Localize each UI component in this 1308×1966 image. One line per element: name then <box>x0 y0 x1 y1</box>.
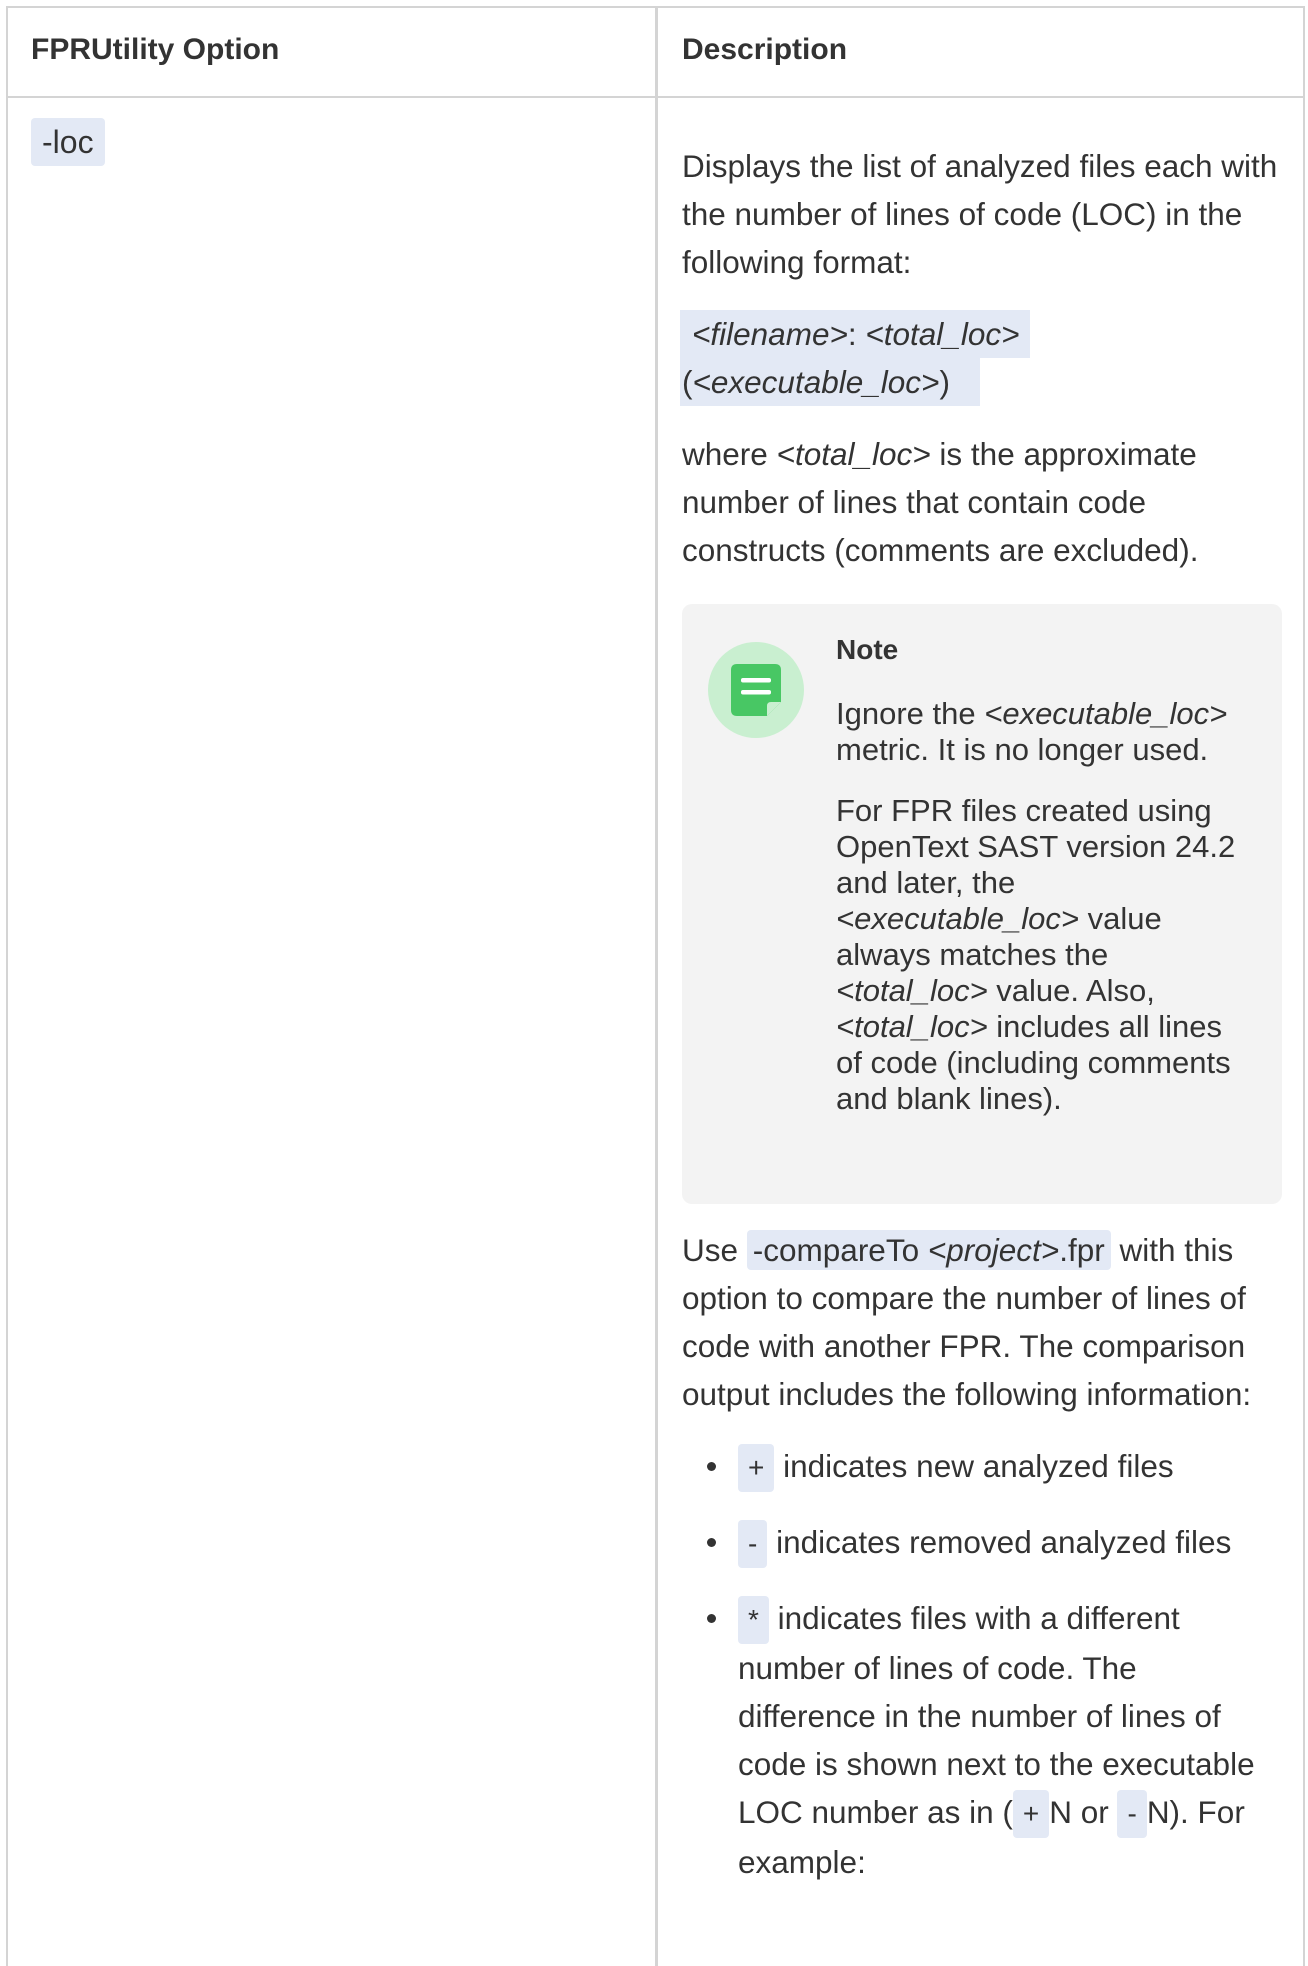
desc-where: where <total_loc> is the approximate num… <box>682 436 1199 568</box>
minus-symbol: - <box>738 1520 768 1568</box>
plus-symbol: + <box>738 1444 775 1492</box>
desc-compare: Use -compareTo <project>.fpr with this o… <box>682 1230 1252 1412</box>
note-title: Note <box>836 634 899 665</box>
plus-symbol-inline: + <box>1012 1790 1050 1838</box>
minus-symbol-inline: - <box>1117 1790 1147 1838</box>
option-loc: -loc <box>31 118 105 166</box>
note-body: Ignore the <executable_loc> metric. It i… <box>836 696 1256 1142</box>
format-filename: <filename> <box>692 316 848 352</box>
note-icon <box>708 642 804 738</box>
note-p1: Ignore the <executable_loc> metric. It i… <box>836 696 1228 767</box>
asterisk-symbol: * <box>738 1596 769 1644</box>
where-total: <total_loc> <box>776 436 931 472</box>
comparison-list: + indicates new analyzed files - indicat… <box>682 1442 1282 1886</box>
desc-intro: Displays the list of analyzed files each… <box>682 148 1278 280</box>
format-exec: <executable_loc> <box>692 364 940 400</box>
format-colon: : <box>847 316 866 352</box>
format-open: ( <box>682 364 693 400</box>
list-item: * indicates files with a different numbe… <box>707 1594 1282 1886</box>
note-callout: Note Ignore the <executable_loc> metric.… <box>682 604 1282 1204</box>
format-total: <total_loc> <box>865 316 1020 352</box>
description-cell: Displays the list of analyzed files each… <box>680 142 1282 1912</box>
format-code: <filename>: <total_loc> (<executable_loc… <box>680 310 1282 406</box>
note-p2: For FPR files created using OpenText SAS… <box>836 793 1236 1116</box>
format-close: ) <box>939 364 950 400</box>
header-divider <box>6 96 1305 98</box>
header-option: FPRUtility Option <box>31 33 280 66</box>
column-divider <box>655 6 658 1966</box>
compare-option-code: -compareTo <project>.fpr <box>746 1230 1111 1270</box>
list-item: - indicates removed analyzed files <box>707 1518 1282 1568</box>
list-item: + indicates new analyzed files <box>707 1442 1282 1492</box>
header-description: Description <box>682 33 848 66</box>
